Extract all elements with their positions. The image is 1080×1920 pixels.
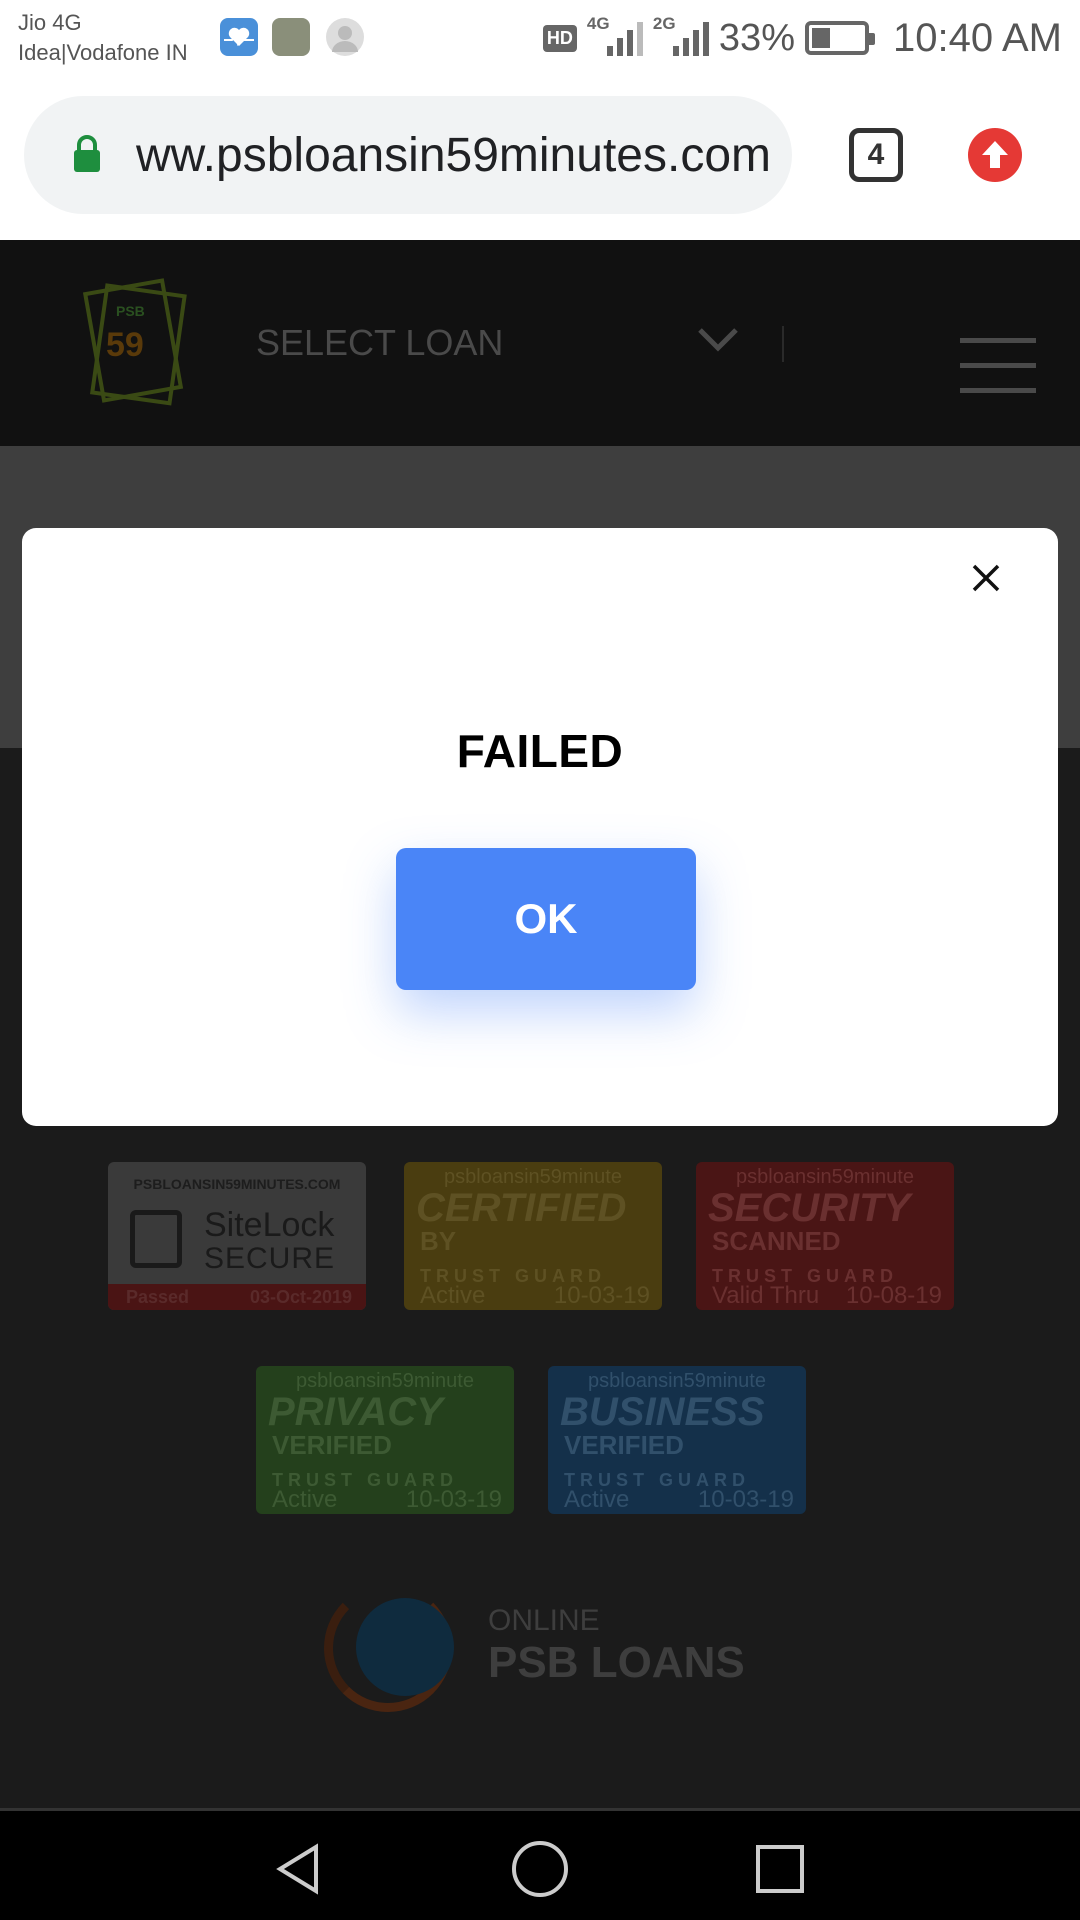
browser-toolbar: ww.psbloansin59minutes.com 4 xyxy=(0,78,1080,240)
address-bar[interactable]: ww.psbloansin59minutes.com xyxy=(24,96,792,214)
ok-button[interactable]: OK xyxy=(396,848,696,990)
back-icon[interactable] xyxy=(270,1839,330,1899)
screen: Jio 4G Idea|Vodafone IN HD 4G 2G 33% 10:… xyxy=(0,0,1080,1920)
badge-status: Active xyxy=(272,1486,338,1513)
badge-subtitle: VERIFIED xyxy=(272,1430,392,1460)
battery-icon xyxy=(804,21,875,55)
clock: 10:40 AM xyxy=(892,15,1062,60)
business-verified-badge[interactable]: psbloansin59minute BUSINESS VERIFIED TRU… xyxy=(548,1366,806,1514)
badge-date: 10-03-19 xyxy=(697,1486,794,1513)
badge-date: 10-08-19 xyxy=(845,1282,942,1309)
signal-icon-4g: 4G xyxy=(587,14,643,60)
hd-voice-icon: HD xyxy=(542,24,577,52)
select-loan-dropdown[interactable]: SELECT LOAN xyxy=(256,322,503,364)
battery-percent: 33% xyxy=(718,16,795,59)
gallery-app-icon xyxy=(272,18,310,56)
update-available-icon[interactable] xyxy=(968,128,1022,182)
badge-title: PRIVACY xyxy=(268,1390,443,1434)
sitelock-subtitle: SECURE xyxy=(204,1242,336,1275)
psb59-logo[interactable]: PSB 59 xyxy=(80,278,192,408)
health-app-icon xyxy=(220,18,258,56)
privacy-verified-badge[interactable]: psbloansin59minute PRIVACY VERIFIED TRUS… xyxy=(256,1366,514,1514)
online-psb-loans-logo[interactable]: ONLINE PSB LOANS xyxy=(316,1570,776,1720)
logo-text-big: 59 xyxy=(106,326,144,364)
logo-online-text: ONLINE xyxy=(488,1604,600,1637)
sitelock-status: Passed xyxy=(126,1287,190,1307)
badge-status: Active xyxy=(420,1282,486,1309)
certified-badge[interactable]: psbloansin59minute CERTIFIED BY TRUST GU… xyxy=(404,1162,662,1310)
home-icon[interactable] xyxy=(510,1839,570,1899)
failed-dialog: FAILED OK xyxy=(22,528,1058,1126)
logo-name-text: PSB LOANS xyxy=(488,1638,745,1687)
sitelock-header: PSBLOANSIN59MINUTES.COM xyxy=(133,1176,341,1192)
security-scanned-badge[interactable]: psbloansin59minute SECURITY SCANNED TRUS… xyxy=(696,1162,954,1310)
signal-icon-2g: 2G xyxy=(653,14,709,60)
sitelock-badge[interactable]: PSBLOANSIN59MINUTES.COM SiteLock SECURE … xyxy=(108,1162,366,1310)
badge-subtitle: VERIFIED xyxy=(564,1430,684,1460)
badge-title: CERTIFIED xyxy=(416,1186,627,1230)
hamburger-menu-icon[interactable] xyxy=(960,338,1036,413)
carrier-2: Idea|Vodafone IN xyxy=(18,40,188,65)
sitelock-check-icon xyxy=(130,1210,182,1268)
header-divider xyxy=(782,326,784,362)
badge-date: 10-03-19 xyxy=(405,1486,502,1513)
close-icon[interactable] xyxy=(966,558,1006,598)
globe-icon xyxy=(356,1598,454,1696)
url-text[interactable]: ww.psbloansin59minutes.com xyxy=(136,128,786,183)
sitelock-footer: Passed 03-Oct-2019 xyxy=(108,1284,366,1310)
tab-switcher-button[interactable]: 4 xyxy=(849,128,903,182)
status-bar: Jio 4G Idea|Vodafone IN HD 4G 2G 33% 10:… xyxy=(0,0,1080,78)
lock-icon[interactable] xyxy=(72,134,102,174)
sitelock-title: SiteLock xyxy=(204,1206,335,1244)
status-indicators: HD 4G 2G 33% 10:40 AM xyxy=(542,10,1062,66)
navigation-bar xyxy=(0,1808,1080,1920)
badge-subtitle: BY xyxy=(420,1226,457,1256)
chevron-down-icon[interactable] xyxy=(696,324,740,354)
recents-icon[interactable] xyxy=(750,1839,810,1899)
carrier-info: Jio 4G Idea|Vodafone IN xyxy=(18,8,188,68)
badge-date: 10-03-19 xyxy=(553,1282,650,1309)
avatar-icon xyxy=(326,18,364,56)
badge-title: SECURITY xyxy=(708,1186,911,1230)
badge-subtitle: SCANNED xyxy=(712,1226,841,1256)
badge-status: Active xyxy=(564,1486,630,1513)
badge-status: Valid Thru xyxy=(712,1282,820,1309)
logo-text-small: PSB xyxy=(116,303,145,319)
site-header: PSB 59 SELECT LOAN xyxy=(0,240,1080,446)
carrier-1: Jio 4G xyxy=(18,10,82,35)
dialog-title: FAILED xyxy=(456,725,624,777)
badge-title: BUSINESS xyxy=(560,1390,765,1434)
sitelock-date: 03-Oct-2019 xyxy=(249,1287,352,1307)
